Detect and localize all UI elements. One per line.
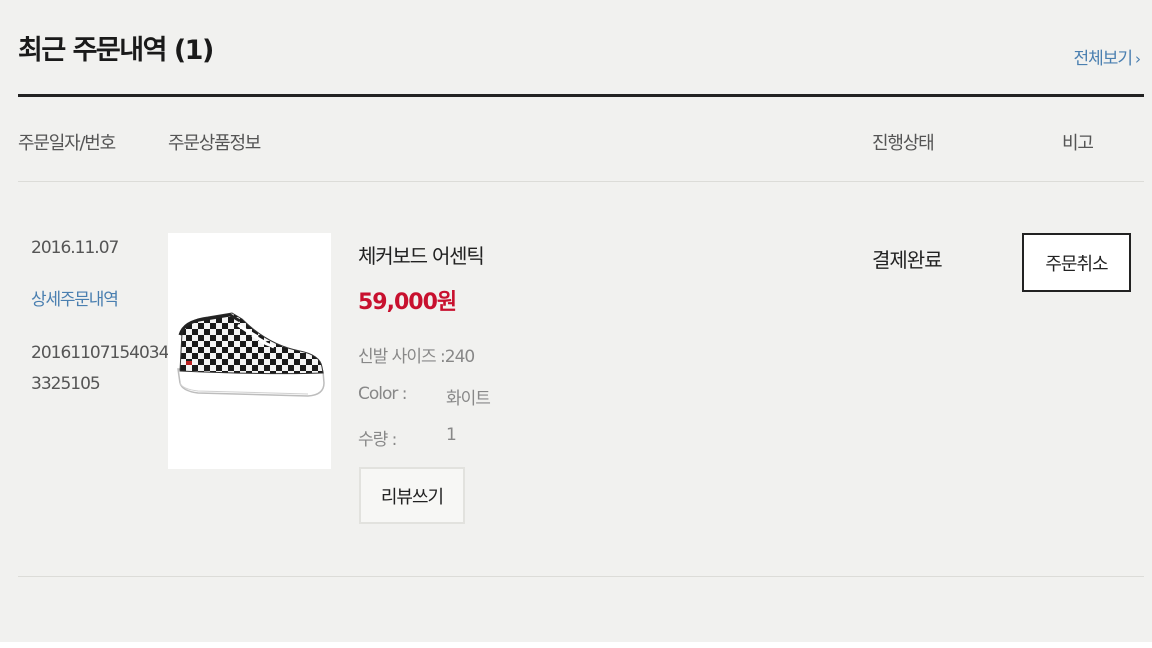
option-quantity: 수량 : 1: [358, 425, 457, 450]
write-review-button[interactable]: 리뷰쓰기: [359, 467, 465, 524]
order-number-line1: 20161107154034: [31, 343, 169, 363]
column-header-product-info: 주문상품정보: [168, 133, 261, 154]
table-header-divider: [18, 181, 1144, 182]
section-title: 최근 주문내역 (1): [18, 35, 214, 66]
option-color-label: Color :: [358, 384, 408, 404]
product-name[interactable]: 체커보드 어센틱: [358, 240, 485, 269]
order-date: 2016.11.07: [31, 238, 119, 258]
cancel-order-button[interactable]: 주문취소: [1022, 233, 1131, 292]
view-all-link[interactable]: 전체보기 ›: [1073, 44, 1141, 69]
option-color-value: 화이트: [446, 389, 491, 409]
order-detail-link[interactable]: 상세주문내역: [31, 285, 119, 310]
option-quantity-label: 수량 :: [358, 430, 397, 450]
chevron-right-icon: ›: [1135, 50, 1141, 68]
option-size-label: 신발 사이즈 :: [358, 347, 446, 367]
order-number: 20161107154034 3325105: [31, 338, 171, 400]
option-color: Color : 화이트: [358, 384, 491, 409]
header-divider: [18, 94, 1144, 97]
column-header-note: 비고: [1062, 133, 1094, 154]
order-status: 결제완료: [872, 248, 943, 272]
table-bottom-divider: [18, 576, 1144, 577]
footer-strip: [0, 642, 1152, 648]
product-image[interactable]: [168, 233, 331, 469]
product-price: 59,000원: [358, 290, 457, 315]
view-all-label: 전체보기: [1073, 49, 1133, 69]
option-size: 신발 사이즈 :240: [358, 342, 475, 367]
column-header-status: 진행상태: [872, 133, 935, 154]
shoe-image: [177, 312, 325, 397]
option-size-value: 240: [444, 347, 475, 367]
order-number-line2: 3325105: [31, 374, 101, 394]
option-quantity-value: 1: [446, 425, 457, 445]
column-header-date-number: 주문일자/번호: [18, 133, 116, 154]
